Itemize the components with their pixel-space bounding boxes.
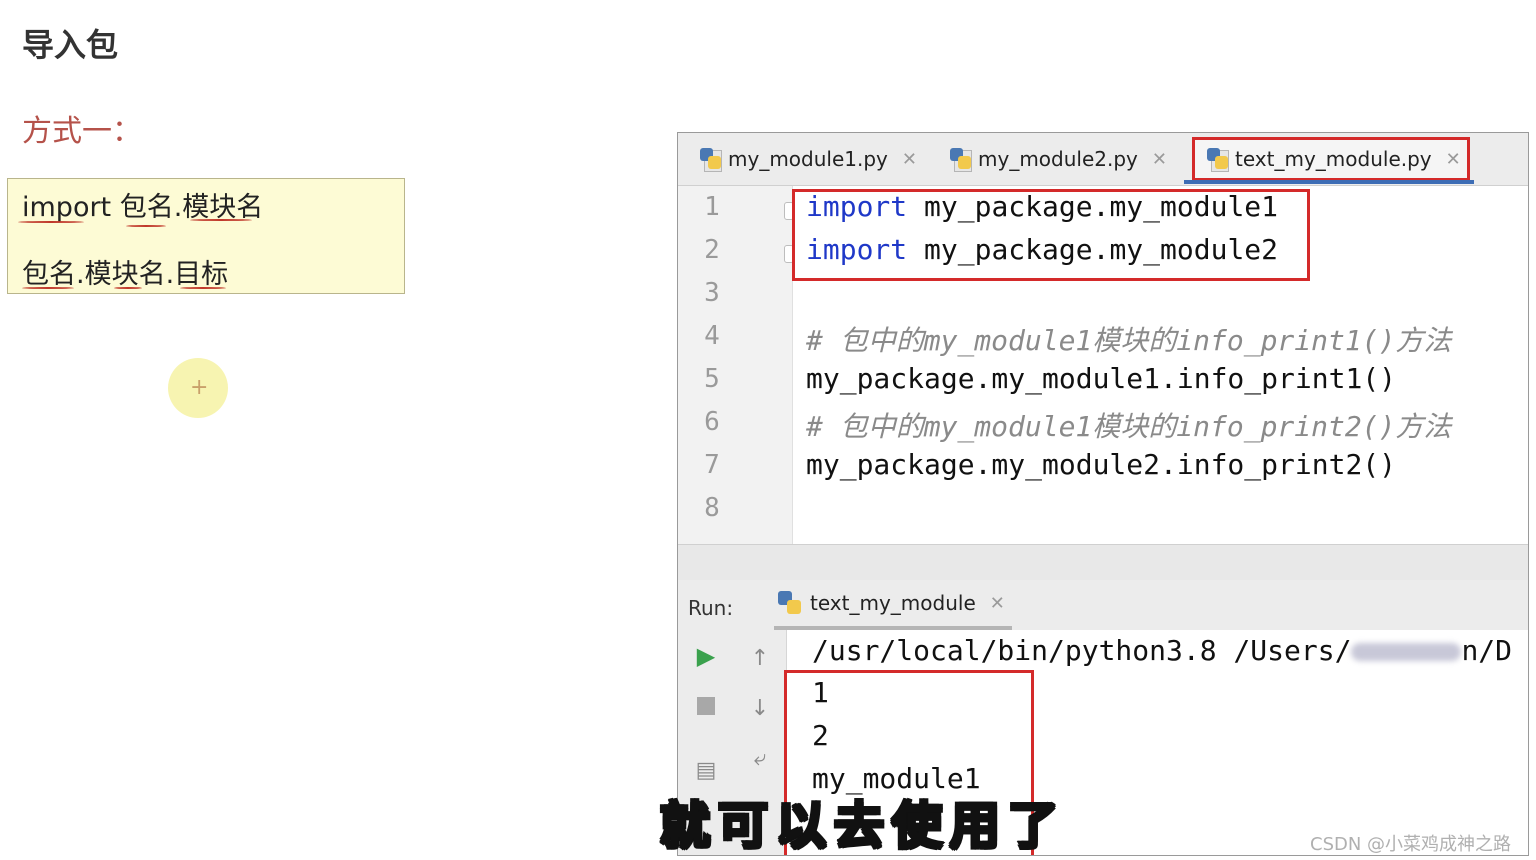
syntax-usage-line: 包名.模块名.目标 [22,259,229,290]
line-number: 5 [704,364,720,394]
handwritten-underline [18,221,84,223]
command-text-end: n/D [1461,634,1513,667]
line-number: 1 [704,192,720,222]
run-config-tab[interactable]: text_my_module ✕ [774,580,1012,630]
active-tab-indicator [1184,180,1474,184]
run-toolbar: Run: text_my_module ✕ [678,580,1528,631]
python-file-icon [950,148,972,172]
video-subtitle: 就可以去使用了 [659,796,1066,857]
soft-wrap-icon[interactable]: ⤶ [746,744,774,772]
editor-tab-bar: my_module1.py ✕ my_module2.py ✕ text_my_… [678,133,1528,186]
rerun-icon[interactable]: ▶ [692,642,720,670]
tab-label: my_module1.py [728,147,888,171]
handwritten-underline [180,287,226,289]
handwritten-underline [114,287,142,289]
panel-splitter[interactable] [678,544,1528,581]
line-number: 3 [704,278,720,308]
line-number: 4 [704,321,720,351]
python-file-icon [700,148,722,172]
ide-window: my_module1.py ✕ my_module2.py ✕ text_my_… [677,132,1529,856]
code-line-4: # 包中的my_module1模块的info_print1()方法 [806,324,1452,357]
layout-icon[interactable]: ▤ [692,756,720,784]
console-command-line: /usr/local/bin/python3.8 /Users/n/D [812,634,1512,667]
python-icon [778,591,802,615]
syntax-note-box: import 包名.模块名 包名.模块名.目标 [7,178,405,294]
code-line-6: # 包中的my_module1模块的info_print2()方法 [806,410,1452,443]
arrow-up-icon[interactable]: ↑ [746,644,774,672]
line-number: 7 [704,450,720,480]
command-text: /usr/local/bin/python3.8 /Users/ [812,634,1352,667]
close-icon[interactable]: ✕ [1446,149,1461,170]
run-label: Run: [688,596,734,620]
tab-my-module1[interactable]: my_module1.py ✕ [700,133,917,185]
close-icon[interactable]: ✕ [990,593,1005,614]
tab-label: my_module2.py [978,147,1138,171]
close-icon[interactable]: ✕ [902,149,917,170]
line-number: 8 [704,493,720,523]
code-line-7: my_package.my_module2.info_print2() [806,448,1397,481]
watermark: CSDN @小菜鸡成神之路 [1310,834,1512,855]
line-number: 2 [704,235,720,265]
tab-text-my-module[interactable]: text_my_module.py ✕ [1192,137,1470,181]
python-file-icon [1207,148,1229,172]
line-number: 6 [704,407,720,437]
crosshair-cursor-icon: + [190,375,209,400]
run-tab-label: text_my_module [810,591,976,615]
code-editor[interactable]: 1 2 3 4 5 6 7 8 import my_package.my_mod… [678,186,1528,544]
code-line-5: my_package.my_module1.info_print1() [806,362,1397,395]
handwritten-underline [22,287,74,289]
line-number-gutter: 1 2 3 4 5 6 7 8 [678,186,794,544]
tab-my-module2[interactable]: my_module2.py ✕ [950,133,1167,185]
redacted-username [1351,643,1462,661]
tab-label: text_my_module.py [1235,147,1432,171]
close-icon[interactable]: ✕ [1152,149,1167,170]
method-label: 方式一： [22,114,142,149]
slide-title: 导入包 [22,26,119,64]
arrow-down-icon[interactable]: ↓ [746,694,774,722]
stop-icon[interactable] [692,692,720,720]
handwritten-underline [190,219,252,221]
handwritten-underline [126,225,166,227]
import-highlight-box [792,189,1310,281]
